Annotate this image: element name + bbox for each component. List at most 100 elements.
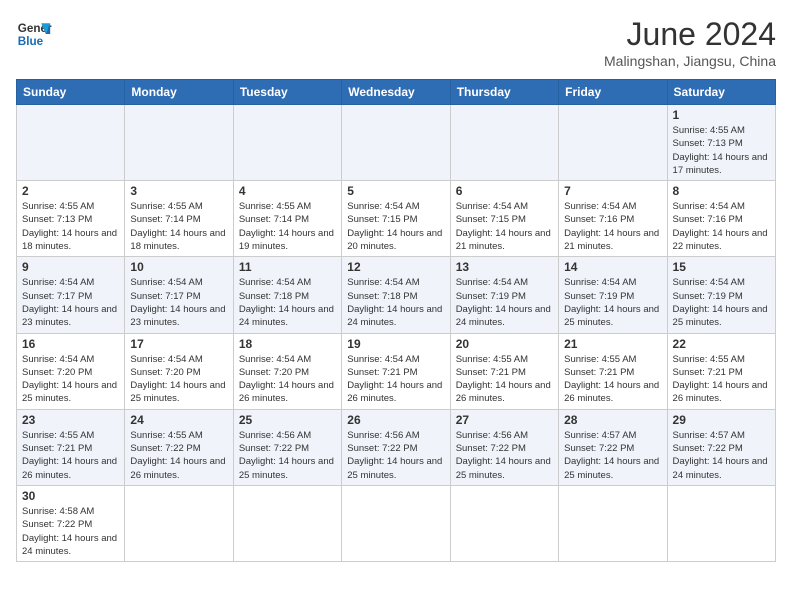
calendar-day-cell: 22Sunrise: 4:55 AM Sunset: 7:21 PM Dayli… [667,333,775,409]
svg-text:Blue: Blue [18,35,44,48]
calendar-day-cell: 25 Sunrise: 4:56 AM Sunset: 7:22 PM Dayli… [233,409,341,485]
logo: General Blue [16,16,52,52]
day-number: 24 [130,413,227,427]
calendar-day-cell [450,105,558,181]
calendar-day-cell: 24Sunrise: 4:55 AM Sunset: 7:22 PM Dayli… [125,409,233,485]
day-number: 21 [564,337,661,351]
calendar-day-cell: 15Sunrise: 4:54 AM Sunset: 7:19 PM Dayli… [667,257,775,333]
day-number: 9 [22,260,119,274]
day-info: Sunrise: 4:54 AM Sunset: 7:15 PM Dayligh… [347,200,444,253]
day-number: 23 [22,413,119,427]
calendar-day-cell [233,105,341,181]
calendar-day-cell: 26Sunrise: 4:56 AM Sunset: 7:22 PM Dayli… [342,409,450,485]
day-info: Sunrise: 4:57 AM Sunset: 7:22 PM Dayligh… [673,429,770,482]
calendar-day-cell: 11Sunrise: 4:54 AM Sunset: 7:18 PM Dayli… [233,257,341,333]
day-info: Sunrise: 4:55 AM Sunset: 7:21 PM Dayligh… [22,429,119,482]
day-number: 1 [673,108,770,122]
day-number: 5 [347,184,444,198]
day-info: Sunrise: 4:54 AM Sunset: 7:21 PM Dayligh… [347,353,444,406]
calendar-day-cell [125,485,233,561]
logo-icon: General Blue [16,16,52,52]
calendar-day-cell: 12 Sunrise: 4:54 AM Sunset: 7:18 PM Dayli… [342,257,450,333]
day-info: Sunrise: 4:55 AM Sunset: 7:21 PM Dayligh… [564,353,661,406]
calendar-day-cell: 18 Sunrise: 4:54 AM Sunset: 7:20 PM Dayli… [233,333,341,409]
calendar-day-cell: 13 Sunrise: 4:54 AM Sunset: 7:19 PM Dayli… [450,257,558,333]
calendar-day-cell: 1 Sunrise: 4:55 AM Sunset: 7:13 PM Daylig… [667,105,775,181]
day-info: Sunrise: 4:54 AM Sunset: 7:16 PM Dayligh… [564,200,661,253]
calendar-header-row: SundayMondayTuesdayWednesdayThursdayFrid… [17,80,776,105]
calendar-week-row: 23 Sunrise: 4:55 AM Sunset: 7:21 PM Dayli… [17,409,776,485]
title-block: June 2024 Malingshan, Jiangsu, China [604,16,776,69]
day-number: 30 [22,489,119,503]
day-number: 18 [239,337,336,351]
day-number: 27 [456,413,553,427]
day-info: Sunrise: 4:54 AM Sunset: 7:20 PM Dayligh… [239,353,336,406]
day-info: Sunrise: 4:54 AM Sunset: 7:19 PM Dayligh… [456,276,553,329]
day-number: 2 [22,184,119,198]
day-info: Sunrise: 4:56 AM Sunset: 7:22 PM Dayligh… [456,429,553,482]
day-info: Sunrise: 4:55 AM Sunset: 7:14 PM Dayligh… [130,200,227,253]
day-number: 29 [673,413,770,427]
calendar-day-cell: 19Sunrise: 4:54 AM Sunset: 7:21 PM Dayli… [342,333,450,409]
day-info: Sunrise: 4:54 AM Sunset: 7:18 PM Dayligh… [347,276,444,329]
day-number: 25 [239,413,336,427]
location-subtitle: Malingshan, Jiangsu, China [604,53,776,69]
calendar-day-cell: 27 Sunrise: 4:56 AM Sunset: 7:22 PM Dayli… [450,409,558,485]
day-info: Sunrise: 4:55 AM Sunset: 7:21 PM Dayligh… [456,353,553,406]
calendar-table: SundayMondayTuesdayWednesdayThursdayFrid… [16,79,776,562]
calendar-day-cell: 7Sunrise: 4:54 AM Sunset: 7:16 PM Daylig… [559,181,667,257]
calendar-day-cell [342,485,450,561]
calendar-day-cell [667,485,775,561]
day-info: Sunrise: 4:56 AM Sunset: 7:22 PM Dayligh… [347,429,444,482]
day-number: 14 [564,260,661,274]
calendar-day-cell: 21 Sunrise: 4:55 AM Sunset: 7:21 PM Dayli… [559,333,667,409]
day-info: Sunrise: 4:57 AM Sunset: 7:22 PM Dayligh… [564,429,661,482]
day-number: 28 [564,413,661,427]
calendar-day-cell: 10Sunrise: 4:54 AM Sunset: 7:17 PM Dayli… [125,257,233,333]
calendar-day-cell: 23 Sunrise: 4:55 AM Sunset: 7:21 PM Dayli… [17,409,125,485]
day-number: 8 [673,184,770,198]
day-number: 15 [673,260,770,274]
calendar-day-cell [342,105,450,181]
day-info: Sunrise: 4:54 AM Sunset: 7:18 PM Dayligh… [239,276,336,329]
day-info: Sunrise: 4:55 AM Sunset: 7:13 PM Dayligh… [673,124,770,177]
day-number: 3 [130,184,227,198]
calendar-day-cell: 6Sunrise: 4:54 AM Sunset: 7:15 PM Daylig… [450,181,558,257]
day-of-week-header: Tuesday [233,80,341,105]
day-info: Sunrise: 4:54 AM Sunset: 7:20 PM Dayligh… [130,353,227,406]
day-number: 10 [130,260,227,274]
day-of-week-header: Thursday [450,80,558,105]
calendar-day-cell [450,485,558,561]
day-info: Sunrise: 4:54 AM Sunset: 7:20 PM Dayligh… [22,353,119,406]
day-number: 16 [22,337,119,351]
calendar-day-cell: 2 Sunrise: 4:55 AM Sunset: 7:13 PM Daylig… [17,181,125,257]
day-number: 17 [130,337,227,351]
day-of-week-header: Sunday [17,80,125,105]
day-info: Sunrise: 4:54 AM Sunset: 7:17 PM Dayligh… [22,276,119,329]
calendar-day-cell [17,105,125,181]
calendar-week-row: 16 Sunrise: 4:54 AM Sunset: 7:20 PM Dayli… [17,333,776,409]
calendar-day-cell [559,105,667,181]
calendar-week-row: 9 Sunrise: 4:54 AM Sunset: 7:17 PM Daylig… [17,257,776,333]
calendar-day-cell: 8 Sunrise: 4:54 AM Sunset: 7:16 PM Daylig… [667,181,775,257]
day-of-week-header: Wednesday [342,80,450,105]
day-number: 13 [456,260,553,274]
calendar-day-cell: 29 Sunrise: 4:57 AM Sunset: 7:22 PM Dayli… [667,409,775,485]
calendar-day-cell: 14 Sunrise: 4:54 AM Sunset: 7:19 PM Dayli… [559,257,667,333]
day-info: Sunrise: 4:56 AM Sunset: 7:22 PM Dayligh… [239,429,336,482]
day-info: Sunrise: 4:58 AM Sunset: 7:22 PM Dayligh… [22,505,119,558]
calendar-day-cell [559,485,667,561]
day-number: 12 [347,260,444,274]
calendar-day-cell: 9 Sunrise: 4:54 AM Sunset: 7:17 PM Daylig… [17,257,125,333]
day-of-week-header: Monday [125,80,233,105]
day-info: Sunrise: 4:54 AM Sunset: 7:19 PM Dayligh… [564,276,661,329]
day-info: Sunrise: 4:55 AM Sunset: 7:14 PM Dayligh… [239,200,336,253]
day-info: Sunrise: 4:54 AM Sunset: 7:16 PM Dayligh… [673,200,770,253]
day-of-week-header: Friday [559,80,667,105]
day-info: Sunrise: 4:55 AM Sunset: 7:21 PM Dayligh… [673,353,770,406]
day-info: Sunrise: 4:55 AM Sunset: 7:13 PM Dayligh… [22,200,119,253]
calendar-week-row: 1 Sunrise: 4:55 AM Sunset: 7:13 PM Daylig… [17,105,776,181]
calendar-day-cell: 17 Sunrise: 4:54 AM Sunset: 7:20 PM Dayli… [125,333,233,409]
calendar-day-cell: 5 Sunrise: 4:54 AM Sunset: 7:15 PM Daylig… [342,181,450,257]
calendar-day-cell: 3 Sunrise: 4:55 AM Sunset: 7:14 PM Daylig… [125,181,233,257]
